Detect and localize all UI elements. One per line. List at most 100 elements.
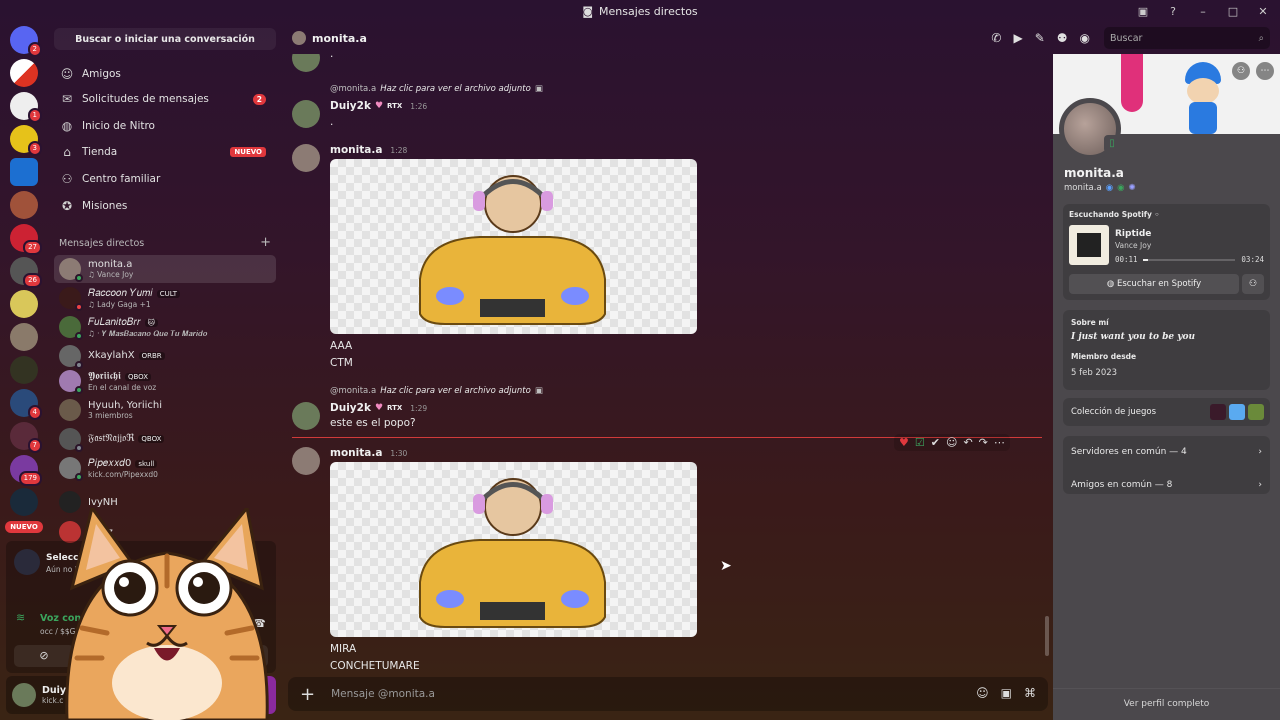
add-friends-icon[interactable]: ⚉ [1057, 31, 1068, 45]
server-icon[interactable]: 4 [10, 389, 42, 420]
message: @monita.a Haz clic para ver el archivo a… [292, 386, 1042, 436]
dm-item[interactable]: XkaylahX ORBR [54, 342, 276, 370]
user-profile-icon[interactable]: ◉ [1080, 31, 1090, 45]
avatar[interactable] [292, 100, 320, 128]
server-icon[interactable] [10, 191, 38, 219]
add-friend-icon[interactable]: ⚇ [1232, 62, 1250, 80]
signal-icon: ≋ [16, 611, 26, 624]
chevron-right-icon: › [1258, 447, 1262, 457]
server-icon[interactable]: 7 [10, 422, 42, 453]
dm-item[interactable]: Hyuuh, Yoriichi 3 miembros [54, 396, 276, 424]
game-collection-card[interactable]: Colección de juegos [1063, 398, 1270, 426]
help-icon[interactable]: ? [1166, 5, 1180, 18]
avatar[interactable] [292, 402, 320, 430]
image-attachment[interactable] [330, 159, 697, 334]
nav-family-center[interactable]: ⚇ Centro familiar [58, 167, 276, 191]
server-icon[interactable]: 1 [10, 92, 42, 123]
server-icon[interactable]: 3 [10, 125, 42, 156]
mobile-status-icon: ▯ [1104, 135, 1120, 153]
server-icon[interactable] [10, 290, 38, 318]
family-icon: ⚇ [61, 172, 73, 186]
home-button[interactable]: 2 [10, 26, 42, 57]
server-icon[interactable] [10, 488, 38, 516]
listen-spotify-button[interactable]: ◍ Escuchar en Spotify [1069, 274, 1239, 294]
server-icon[interactable] [10, 323, 38, 351]
minecraft-icon[interactable] [1248, 404, 1264, 420]
scrollbar[interactable] [1045, 616, 1049, 656]
avatar[interactable] [292, 144, 320, 172]
add-dm-icon[interactable]: + [260, 236, 271, 249]
badge-icon[interactable]: ◉ [1106, 183, 1113, 193]
close-button[interactable]: ✕ [1256, 5, 1270, 18]
nav-quests[interactable]: ✪ Misiones [58, 194, 276, 218]
badge-icon[interactable]: ✺ [1129, 183, 1136, 193]
progress-fill [1143, 259, 1148, 261]
find-conversation-button[interactable]: Buscar o iniciar una conversación [54, 28, 276, 50]
member-since-date: 5 feb 2023 [1071, 368, 1118, 378]
server-icon[interactable] [10, 356, 38, 384]
server-icon[interactable] [10, 158, 38, 186]
profile-display-name: monita.a [1064, 166, 1124, 180]
emoji-icon[interactable]: ☺ [976, 686, 989, 700]
more-icon[interactable]: ⋯ [1256, 62, 1274, 80]
dm-item[interactable]: 𝔉𝔞𝔰𝔱𝔑𝔞𝔧𝔧𝔬ℜ QBOX [54, 425, 276, 453]
song-title[interactable]: Riptide [1115, 229, 1151, 239]
message-author[interactable]: monita.a [330, 144, 382, 156]
timestamp: 1:29 [410, 403, 428, 413]
new-badge[interactable]: NUEVO [5, 521, 43, 533]
song-artist[interactable]: Vance Joy [1115, 241, 1151, 250]
cat-car-image [419, 478, 606, 628]
timestamp: 1:28 [390, 145, 408, 155]
dm-item[interactable]: 𝑅𝑎𝑐𝑐𝑜𝑜𝑛 𝑌𝑢𝑚𝑖 CULT ♫ Lady Gaga +1 [54, 284, 276, 312]
message: @monita.a Haz clic para ver el archivo a… [292, 82, 1042, 132]
avatar [59, 287, 83, 311]
reply-preview[interactable]: @monita.a Haz clic para ver el archivo a… [330, 386, 543, 396]
mutual-friends-link[interactable]: Amigos en común — 8 › [1063, 472, 1270, 498]
fortnite-icon[interactable] [1229, 404, 1245, 420]
message-input[interactable]: Mensaje @monita.a [331, 688, 435, 700]
avatar[interactable] [12, 683, 36, 707]
album-art[interactable] [1069, 225, 1109, 265]
message-author[interactable]: monita.a [330, 447, 382, 459]
profile-avatar[interactable]: ▯ [1059, 98, 1121, 160]
call-icon[interactable]: ✆ [991, 31, 1001, 45]
avatar [59, 316, 83, 340]
server-icon[interactable]: 27 [10, 224, 42, 255]
attach-icon[interactable]: + [300, 684, 315, 705]
message-author[interactable]: Duiy2k [330, 402, 371, 414]
sticker-icon[interactable]: ▣ [1001, 686, 1012, 700]
inbox-icon[interactable]: ▣ [1136, 5, 1150, 18]
server-icon[interactable] [10, 59, 38, 87]
listen-along-icon[interactable]: ⚇ [1242, 274, 1264, 294]
avatar[interactable] [292, 447, 320, 475]
server-icon[interactable]: 179 [10, 455, 42, 486]
nav-friends[interactable]: ☺ Amigos [58, 62, 276, 86]
dm-item[interactable]: monita.a ♫ Vance Joy [54, 255, 276, 283]
nav-shop[interactable]: ⌂ Tienda NUEVO [58, 140, 276, 164]
gift-icon[interactable]: ⌘ [1024, 686, 1036, 700]
avatar [59, 345, 83, 369]
heart-icon: ♥ [374, 403, 384, 413]
maximize-button[interactable]: □ [1226, 5, 1240, 18]
message-composer[interactable]: + Mensaje @monita.a ☺ ▣ ⌘ [288, 677, 1048, 711]
mutual-servers-link[interactable]: Servidores en común — 4 › [1063, 439, 1270, 465]
nav-nitro[interactable]: ◍ Inicio de Nitro [58, 114, 276, 138]
badge-icon[interactable]: ◉ [1117, 183, 1124, 193]
message-author[interactable]: Duiy2k [330, 100, 371, 112]
image-icon: ▣ [534, 386, 543, 396]
dm-item[interactable]: 𝖄𝖔𝖗𝖎𝖎𝖈𝖍𝖎 QBOX En el canal de voz [54, 367, 276, 395]
valorant-icon[interactable] [1210, 404, 1226, 420]
image-attachment[interactable] [330, 462, 697, 637]
view-full-profile-button[interactable]: Ver perfil completo [1053, 688, 1280, 709]
server-icon[interactable]: 26 [10, 257, 42, 288]
dm-item[interactable]: 𝐹𝑢𝐿𝑎𝑛𝑖𝑡𝑜𝐵𝑟𝑟 🐱 ♫ · 𝒀 𝑴𝒂𝒔𝑩𝒂𝒄𝒂𝒏𝒐 𝑸𝒖𝒆 𝑻𝒖 𝑴𝒂𝒓𝒊𝒅… [54, 313, 276, 341]
dm-item[interactable]: 𝑃𝑖𝑝𝑒𝑥𝑥𝑑0 skull kick.com/Pipexxd0 [54, 454, 276, 482]
video-call-icon[interactable]: ▶ [1013, 31, 1022, 45]
message: . [292, 54, 1042, 72]
nav-message-requests[interactable]: ✉ Solicitudes de mensajes 2 [58, 87, 276, 111]
reply-preview[interactable]: @monita.a Haz clic para ver el archivo a… [330, 84, 543, 94]
pin-icon[interactable]: ✎ [1035, 31, 1045, 45]
shop-icon: ⌂ [63, 145, 71, 159]
search-input[interactable]: Buscar ⌕ [1104, 27, 1270, 49]
minimize-button[interactable]: – [1196, 5, 1210, 18]
